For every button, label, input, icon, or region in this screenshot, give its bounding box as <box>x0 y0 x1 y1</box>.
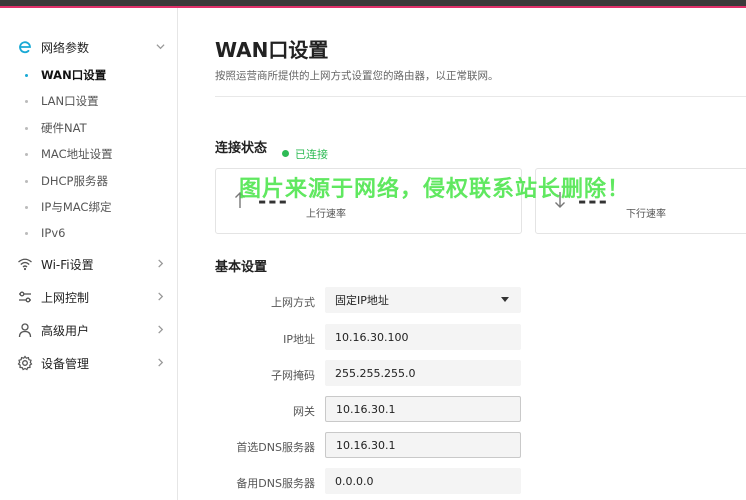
subnet-mask-field[interactable]: 255.255.255.0 <box>325 360 521 386</box>
gateway-label: 网关 <box>293 405 315 418</box>
bullet-icon <box>25 152 28 156</box>
main-content: WAN口设置 按照运营商所提供的上网方式设置您的路由器，以正常联网。 连接状态 … <box>179 8 746 500</box>
connection-status-text: 已连接 <box>295 148 328 161</box>
sliders-icon <box>17 289 33 305</box>
sidebar-item-ip-mac-binding[interactable]: IP与MAC绑定 <box>0 194 178 220</box>
sidebar-group-label: 上网控制 <box>41 290 90 305</box>
secondary-dns-value: 0.0.0.0 <box>335 474 374 488</box>
sidebar-item-lan[interactable]: LAN口设置 <box>0 88 178 114</box>
ip-address-value: 10.16.30.100 <box>335 330 409 344</box>
gateway-value: 10.16.30.1 <box>336 402 396 416</box>
ip-address-label: IP地址 <box>283 333 315 346</box>
chevron-right-icon <box>156 324 165 337</box>
bullet-icon <box>25 231 28 235</box>
sidebar-item-wan[interactable]: WAN口设置 <box>0 62 178 88</box>
upload-speed-label: 上行速率 <box>306 209 346 220</box>
sidebar-group-advanced-user[interactable]: 高级用户 <box>0 315 178 345</box>
primary-dns-field[interactable]: 10.16.30.1 <box>325 432 521 458</box>
basic-settings-title: 基本设置 <box>215 260 268 275</box>
chevron-down-icon <box>156 41 165 54</box>
divider <box>215 96 746 97</box>
user-icon <box>17 322 33 338</box>
bullet-icon <box>25 99 28 103</box>
sidebar-item-label: 硬件NAT <box>41 121 87 135</box>
status-dot-icon <box>282 150 289 157</box>
subnet-mask-label: 子网掩码 <box>271 369 315 382</box>
sidebar-group-label: 设备管理 <box>41 356 90 371</box>
download-speed-label: 下行速率 <box>626 209 666 220</box>
chevron-right-icon <box>156 258 165 271</box>
connection-type-value: 固定IP地址 <box>335 294 389 307</box>
sidebar-item-mac-address[interactable]: MAC地址设置 <box>0 141 178 167</box>
sidebar-item-dhcp[interactable]: DHCP服务器 <box>0 168 178 194</box>
bullet-icon <box>25 179 28 183</box>
sidebar-group-device-management[interactable]: 设备管理 <box>0 348 178 378</box>
connection-status-title: 连接状态 <box>215 141 268 156</box>
sidebar-item-label: IPv6 <box>41 226 66 240</box>
sidebar-group-label: Wi-Fi设置 <box>41 257 94 272</box>
sidebar-group-network-params[interactable]: 网络参数 <box>0 32 178 62</box>
top-bar <box>0 0 746 8</box>
primary-dns-label: 首选DNS服务器 <box>236 441 315 454</box>
secondary-dns-field[interactable]: 0.0.0.0 <box>325 468 521 494</box>
sidebar-item-hardware-nat[interactable]: 硬件NAT <box>0 115 178 141</box>
sidebar-item-label: MAC地址设置 <box>41 147 113 161</box>
gateway-field[interactable]: 10.16.30.1 <box>325 396 521 422</box>
connection-type-label: 上网方式 <box>271 296 315 309</box>
sidebar-group-wifi[interactable]: Wi-Fi设置 <box>0 249 178 279</box>
chevron-right-icon <box>156 291 165 304</box>
sidebar-group-label: 网络参数 <box>41 40 90 55</box>
chevron-right-icon <box>156 357 165 370</box>
watermark-text: 图片来源于网络，侵权联系站长删除！ <box>239 177 631 202</box>
connection-type-select[interactable]: 固定IP地址 <box>325 287 521 313</box>
page-description: 按照运营商所提供的上网方式设置您的路由器，以正常联网。 <box>215 70 499 82</box>
wifi-icon <box>17 256 33 272</box>
sidebar-group-label: 高级用户 <box>41 323 90 338</box>
gear-icon <box>17 355 33 371</box>
bullet-icon <box>25 205 28 209</box>
ip-address-field[interactable]: 10.16.30.100 <box>325 324 521 350</box>
sidebar-item-label: LAN口设置 <box>41 94 99 108</box>
sidebar-item-ipv6[interactable]: IPv6 <box>0 220 178 246</box>
caret-down-icon <box>501 297 509 302</box>
sidebar-item-label: IP与MAC绑定 <box>41 200 112 214</box>
sidebar-group-internet-control[interactable]: 上网控制 <box>0 282 178 312</box>
bullet-icon <box>25 126 28 130</box>
e-icon <box>17 39 33 55</box>
subnet-mask-value: 255.255.255.0 <box>335 366 416 380</box>
secondary-dns-label: 备用DNS服务器 <box>236 477 315 490</box>
sidebar-item-label: DHCP服务器 <box>41 174 108 188</box>
page-title: WAN口设置 <box>215 38 329 62</box>
sidebar-item-label: WAN口设置 <box>41 68 107 82</box>
bullet-icon <box>25 73 28 77</box>
primary-dns-value: 10.16.30.1 <box>336 438 396 452</box>
sidebar: 网络参数 WAN口设置 LAN口设置 硬件NAT MAC地址设置 DHCP服务器… <box>0 8 178 500</box>
